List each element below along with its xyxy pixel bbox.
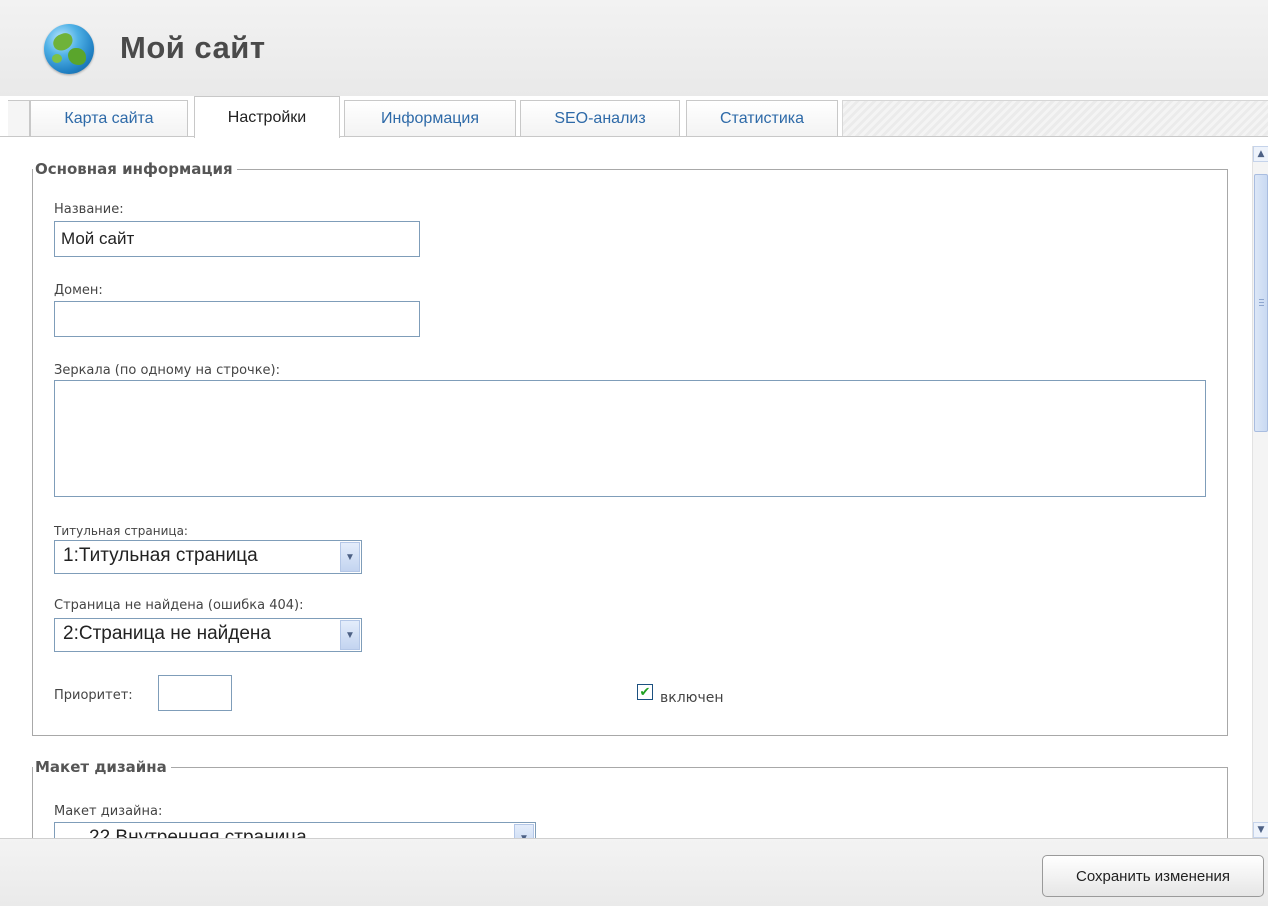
app-header: Мой сайт	[0, 0, 1268, 96]
not-found-select-value: 2:Страница не найдена	[63, 623, 271, 644]
enabled-label: включен	[660, 690, 724, 706]
name-label: Название:	[54, 202, 124, 217]
design-layout-legend: Макет дизайна	[35, 758, 167, 776]
content-scrollbar[interactable]: ▲ ▼	[1252, 146, 1268, 838]
chevron-down-icon[interactable]: ▼	[340, 542, 360, 572]
footer-bar: Сохранить изменения	[0, 838, 1268, 906]
page-title: Мой сайт	[120, 30, 266, 65]
basic-info-legend: Основная информация	[35, 160, 233, 178]
tab-settings[interactable]: Настройки	[194, 96, 340, 138]
globe-icon	[44, 24, 94, 74]
domain-label: Домен:	[54, 283, 103, 298]
checkmark-icon: ✔	[639, 684, 651, 700]
design-layout-select-value: 22 Внутренняя страница	[89, 827, 307, 838]
grip-icon	[1259, 299, 1264, 307]
priority-input[interactable]	[158, 675, 232, 711]
tab-seo-analysis[interactable]: SEO-анализ	[520, 100, 680, 136]
tab-sitemap[interactable]: Карта сайта	[30, 100, 188, 136]
tab-bar: Карта сайта Настройки Информация SEO-ана…	[0, 96, 1268, 138]
home-page-select-value: 1:Титульная страница	[63, 545, 258, 566]
not-found-select[interactable]: 2:Страница не найдена ▼	[54, 618, 362, 652]
chevron-down-icon[interactable]: ▼	[514, 824, 534, 838]
enabled-checkbox[interactable]: ✔	[637, 684, 653, 700]
scroll-up-icon[interactable]: ▲	[1253, 146, 1268, 162]
save-changes-button[interactable]: Сохранить изменения	[1042, 855, 1264, 897]
chevron-down-icon[interactable]: ▼	[340, 620, 360, 650]
design-layout-select[interactable]: 22 Внутренняя страница ▼	[54, 822, 536, 838]
name-input[interactable]	[54, 221, 420, 257]
tab-bar-filler	[842, 100, 1268, 136]
mirrors-label: Зеркала (по одному на строчке):	[54, 363, 281, 378]
tab-overflow-stub	[8, 100, 30, 136]
tab-information[interactable]: Информация	[344, 100, 516, 136]
scroll-down-icon[interactable]: ▼	[1253, 822, 1268, 838]
domain-input[interactable]	[54, 301, 420, 337]
settings-content: Основная информация Название: Домен: Зер…	[0, 138, 1252, 838]
mirrors-textarea[interactable]	[54, 380, 1206, 497]
design-layout-label: Макет дизайна:	[54, 804, 163, 819]
home-page-label: Титульная страница:	[54, 524, 188, 538]
home-page-select[interactable]: 1:Титульная страница ▼	[54, 540, 362, 574]
priority-label: Приоритет:	[54, 688, 133, 703]
tab-statistics[interactable]: Статистика	[686, 100, 838, 136]
not-found-label: Страница не найдена (ошибка 404):	[54, 598, 304, 613]
scrollbar-thumb[interactable]	[1254, 174, 1268, 432]
